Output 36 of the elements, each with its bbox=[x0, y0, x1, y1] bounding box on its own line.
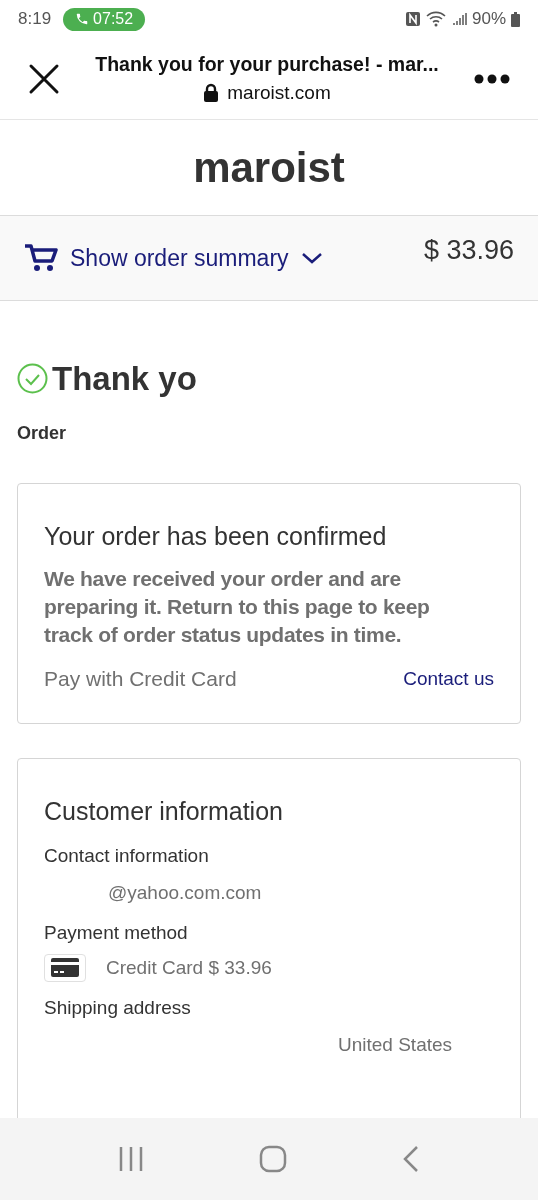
battery-icon bbox=[511, 11, 520, 27]
contact-link[interactable]: Contact us bbox=[403, 664, 494, 693]
thank-you-heading: Thank yo bbox=[52, 359, 197, 399]
card-title: Customer information bbox=[44, 795, 284, 827]
cart-icon bbox=[24, 243, 58, 273]
battery-percent: 90% bbox=[471, 8, 506, 31]
nfc-icon bbox=[404, 11, 421, 27]
call-timer: 07:52 bbox=[93, 9, 134, 29]
lock-icon bbox=[203, 83, 220, 104]
section-label: Payment method bbox=[44, 921, 189, 945]
more-icon[interactable] bbox=[474, 73, 510, 84]
signal-icon bbox=[452, 12, 467, 26]
check-circle-icon bbox=[17, 363, 48, 395]
confirmation-message: We have received your order and are preparing it. Return to this page to keep track of order status updates in time. bbox=[44, 566, 431, 648]
payment-method-value: Credit Card $ 33.96 bbox=[106, 955, 272, 980]
order-summary-toggle[interactable]: Show order summary bbox=[70, 240, 289, 276]
order-label: Order bbox=[17, 421, 68, 445]
page-title: Thank you for your purchase! - mar... bbox=[95, 51, 439, 77]
section-label: Shipping address bbox=[44, 996, 192, 1020]
payment-note: Pay with Credit Card bbox=[44, 666, 237, 692]
wifi-icon bbox=[425, 11, 448, 27]
recent-apps-icon[interactable] bbox=[117, 1146, 144, 1172]
address-country: United States bbox=[337, 1032, 454, 1057]
order-total: $ 33.96 bbox=[423, 234, 514, 267]
section-label: Contact information bbox=[44, 844, 210, 868]
store-logo[interactable]: maroist bbox=[193, 136, 345, 199]
back-icon[interactable] bbox=[402, 1145, 421, 1173]
status-time: 8:19 bbox=[18, 8, 52, 31]
close-icon[interactable] bbox=[28, 62, 60, 95]
order-summary-bar[interactable]: Show order summary $ 33.96 bbox=[0, 215, 538, 301]
phone-icon bbox=[75, 12, 90, 26]
card-title: Your order has been confirmed bbox=[44, 520, 388, 552]
home-icon[interactable] bbox=[259, 1145, 287, 1173]
page-url[interactable]: maroist.com bbox=[227, 78, 331, 108]
contact-email: @yahoo.com.com bbox=[107, 880, 263, 905]
credit-card-icon bbox=[51, 958, 79, 978]
